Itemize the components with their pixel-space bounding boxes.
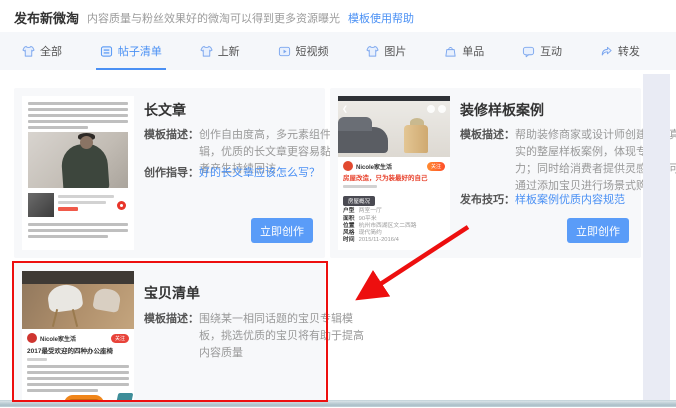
page-subtitle: 内容质量与粉丝效果好的微淘可以得到更多资源曝光 [87, 10, 340, 26]
author-name: Nicole家生活 [356, 162, 392, 171]
avatar [27, 333, 37, 343]
author-row: Nicole家生活 关注 [338, 157, 450, 173]
tip-label: 发布技巧： [460, 191, 515, 207]
page-header: 发布新微淘 内容质量与粉丝效果好的微淘可以得到更多资源曝光 模板使用帮助 [14, 8, 666, 27]
product-image [28, 193, 54, 217]
tab-label: 短视频 [296, 43, 329, 59]
share-icon [600, 45, 613, 58]
shirt-icon [200, 45, 213, 58]
video-icon [278, 45, 291, 58]
post-title: 房屋改造，只为装最好的自己 [338, 173, 450, 183]
preview-text-block [22, 217, 134, 238]
living-room-photo: ❮ [338, 101, 450, 157]
tab-interaction[interactable]: 互动 [522, 32, 562, 70]
template-card-decoration-sample: ❮ Nicole家生活 关注 房屋改造，只为装最好的自己 房屋概况 户型两室一厅… [330, 88, 641, 258]
scrollbar-track[interactable] [643, 74, 670, 400]
category-tabbar: 全部 帖子清单 上新 短视频 图片 单品 互动 转发 [0, 32, 676, 70]
shirt-icon [366, 45, 379, 58]
tab-label: 图片 [384, 43, 406, 59]
card-description: 模板描述： 围绕某一相同话题的宝贝专辑模板，挑选优质的宝贝将有助于提高内容质量 [144, 311, 367, 362]
spec-row: 时间2015/11-2016/4 [338, 237, 450, 244]
create-now-button[interactable]: 立即创作 [251, 218, 313, 243]
fashion-photo [28, 132, 128, 188]
house-overview-tag: 房屋概况 [343, 196, 375, 206]
tab-label: 帖子清单 [118, 43, 162, 59]
follow-button: 关注 [427, 162, 445, 171]
tab-pictures[interactable]: 图片 [366, 32, 406, 70]
follow-button: 关注 [111, 334, 129, 343]
description-label: 模板描述： [144, 311, 199, 362]
card-title: 宝贝清单 [144, 283, 200, 303]
more-buttons [427, 105, 446, 113]
template-help-link[interactable]: 模板使用帮助 [348, 10, 414, 26]
decoration-preview: ❮ Nicole家生活 关注 房屋改造，只为装最好的自己 房屋概况 户型两室一厅… [338, 96, 450, 250]
product-row [28, 193, 128, 217]
preview-text-block [22, 96, 134, 129]
tab-all[interactable]: 全部 [22, 32, 62, 70]
post-title: 2017最受欢迎的四种办公座椅 [22, 345, 134, 356]
product-list-preview: Nicole家生活 关注 2017最受欢迎的四种办公座椅 [22, 271, 134, 407]
tab-label: 互动 [540, 43, 562, 59]
tab-label: 转发 [618, 43, 640, 59]
window-bottom-edge [0, 400, 676, 407]
chat-icon [522, 45, 535, 58]
tab-short-video[interactable]: 短视频 [278, 32, 329, 70]
weitao-publish-page: 发布新微淘 内容质量与粉丝效果好的微淘可以得到更多资源曝光 模板使用帮助 全部 … [0, 0, 676, 408]
tab-post-list[interactable]: 帖子清单 [100, 32, 162, 70]
chairs-photo [22, 271, 134, 329]
text-line [27, 358, 47, 361]
template-card-product-list: Nicole家生活 关注 2017最受欢迎的四种办公座椅 宝贝清单 模板描述： … [14, 263, 325, 408]
create-now-button[interactable]: 立即创作 [567, 218, 629, 243]
author-row: Nicole家生活 关注 [22, 329, 134, 345]
back-arrow-icon: ❮ [342, 105, 348, 113]
bag-icon [444, 45, 457, 58]
description-text: 围绕某一相同话题的宝贝专辑模板，挑选优质的宝贝将有助于提高内容质量 [199, 311, 367, 362]
tip-link[interactable]: 好的长文章应该怎么写？ [199, 164, 320, 180]
tab-single-item[interactable]: 单品 [444, 32, 484, 70]
preview-text-block [22, 363, 134, 392]
tab-label: 全部 [40, 43, 62, 59]
cart-icon [117, 201, 126, 210]
avatar [343, 161, 353, 171]
tip-label: 创作指导： [144, 164, 199, 180]
long-article-preview [22, 96, 134, 250]
card-tip: 创作指导： 好的长文章应该怎么写？ [144, 164, 320, 180]
spec-row: 户型两室一厅 [338, 208, 450, 215]
tab-label: 单品 [462, 43, 484, 59]
card-title: 长文章 [144, 100, 186, 120]
spec-row: 面积90平米 [338, 216, 450, 223]
tab-repost[interactable]: 转发 [600, 32, 640, 70]
author-name: Nicole家生活 [40, 334, 76, 343]
price-text [58, 207, 78, 211]
designer-says-heading: 设计师说 [338, 248, 450, 250]
text-line [343, 185, 377, 188]
tab-new-arrival[interactable]: 上新 [200, 32, 240, 70]
shirt-icon [22, 45, 35, 58]
card-tip: 发布技巧： 样板案例优质内容规范 [460, 191, 625, 207]
page-title: 发布新微淘 [14, 8, 79, 27]
card-title: 装修样板案例 [460, 100, 544, 120]
tip-link[interactable]: 样板案例优质内容规范 [515, 191, 625, 207]
template-card-long-article: 长文章 模板描述： 创作自由度高，多元素组件灵活编辑，优质的长文章更容易黏住消费… [14, 88, 325, 258]
description-label: 模板描述： [460, 127, 515, 195]
list-icon [100, 45, 113, 58]
tab-label: 上新 [218, 43, 240, 59]
